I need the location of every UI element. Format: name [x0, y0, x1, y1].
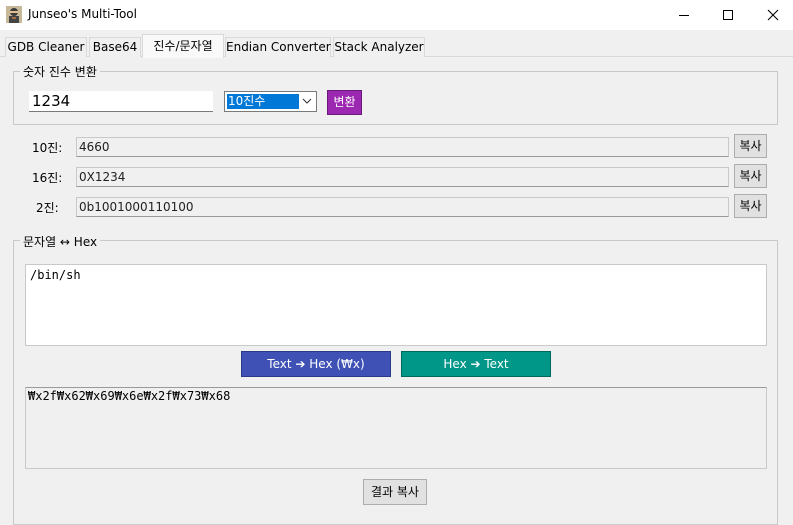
tab-gdb-cleaner[interactable]: GDB Cleaner — [5, 37, 87, 57]
close-button[interactable] — [750, 0, 793, 30]
number-input[interactable]: 1234 — [29, 91, 213, 112]
hex-label: 16진: — [32, 171, 63, 185]
bin-copy-button[interactable]: 복사 — [734, 194, 767, 218]
hex-to-text-button[interactable]: Hex ➔ Text — [401, 351, 551, 377]
base-select-value: 10진수 — [227, 94, 299, 109]
base-converter-title: 숫자 진수 변환 — [20, 63, 100, 80]
dec-copy-button[interactable]: 복사 — [734, 134, 767, 158]
tab-base-string[interactable]: 진수/문자열 — [142, 34, 224, 58]
text-to-hex-button[interactable]: Text ➔ Hex (₩x) — [241, 351, 391, 377]
base-select[interactable]: 10진수 — [224, 91, 317, 112]
tab-stack-analyzer[interactable]: Stack Analyzer — [333, 37, 425, 57]
title-bar: Junseo's Multi-Tool — [0, 0, 793, 30]
minimize-icon — [679, 14, 689, 16]
dec-value-field[interactable]: 4660 — [76, 137, 729, 157]
minimize-button[interactable] — [661, 0, 707, 30]
string-hex-title: 문자열 ↔ Hex — [20, 233, 101, 250]
app-window: Junseo's Multi-Tool GDB Cleaner Base64 진… — [0, 0, 793, 525]
hex-copy-button[interactable]: 복사 — [734, 164, 767, 188]
tab-base64[interactable]: Base64 — [89, 37, 141, 57]
maximize-icon — [723, 10, 733, 20]
ninja-app-icon — [6, 6, 22, 23]
hex-output-area[interactable]: ₩x2f₩x62₩x69₩x6e₩x2f₩x73₩x68 — [25, 387, 767, 469]
window-title: Junseo's Multi-Tool — [28, 7, 137, 21]
bin-label: 2진: — [36, 201, 59, 215]
hex-value-field[interactable]: 0X1234 — [76, 167, 729, 187]
close-icon — [767, 9, 779, 21]
dec-label: 10진: — [32, 141, 63, 155]
chevron-down-icon — [302, 98, 312, 104]
text-input-area[interactable]: /bin/sh — [25, 264, 767, 346]
convert-button[interactable]: 변환 — [327, 90, 362, 115]
maximize-button[interactable] — [705, 0, 751, 30]
bin-value-field[interactable]: 0b1001000110100 — [76, 197, 729, 217]
tab-endian-converter[interactable]: Endian Converter — [225, 37, 331, 57]
result-copy-button[interactable]: 결과 복사 — [363, 479, 427, 505]
